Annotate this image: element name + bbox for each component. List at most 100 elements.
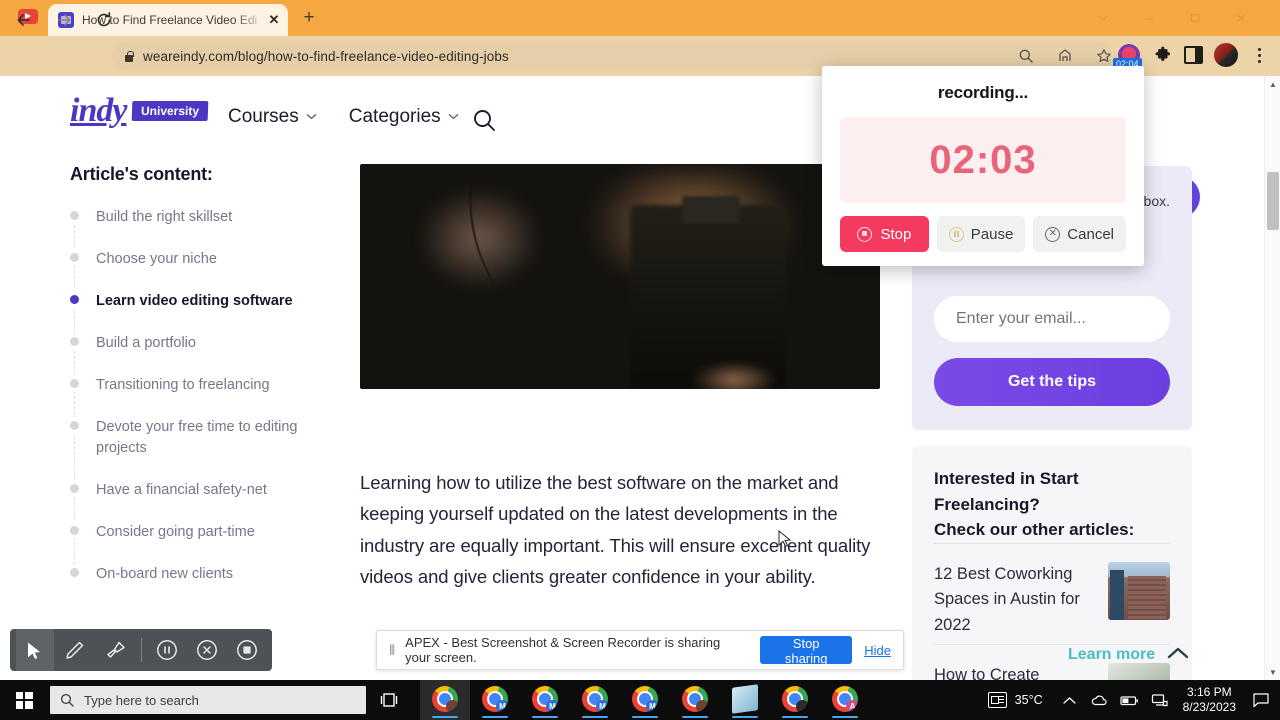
puzzle-icon[interactable] — [1152, 44, 1174, 66]
learn-more-label: Learn more — [1068, 646, 1156, 663]
page-scrollbar[interactable]: ▲ ▼ — [1264, 76, 1280, 680]
toc-item-2[interactable]: Learn video editing software — [70, 291, 335, 312]
stop-sharing-button[interactable]: Stop sharing — [760, 636, 853, 666]
pause-tool-button[interactable] — [148, 629, 186, 671]
back-icon[interactable] — [12, 8, 36, 32]
toc-item-label: Consider going part-time — [96, 524, 255, 541]
pen-tool-button[interactable] — [56, 629, 94, 671]
stop-tool-button[interactable] — [228, 629, 266, 671]
city-buildings-thumb — [1108, 561, 1170, 620]
browser-tab[interactable]: How to Find Freelance Video Edi ✕ — [48, 4, 288, 36]
article-toc: Article's content: Build the right skill… — [70, 164, 335, 606]
taskbar-app-chrome-dark[interactable] — [770, 680, 820, 720]
show-hidden-icons-icon[interactable] — [1055, 680, 1085, 720]
toc-item-4[interactable]: Transitioning to freelancing — [70, 375, 335, 396]
drag-handle-icon[interactable]: ⦀ — [389, 642, 395, 659]
nav-item-categories[interactable]: Categories — [349, 106, 459, 128]
news-weather-icon — [987, 692, 1007, 708]
windows-taskbar: Type here to search M M M M A 35°C 3:16 … — [0, 680, 1280, 720]
start-button[interactable] — [0, 680, 48, 720]
weather-widget[interactable]: 35°C — [976, 680, 1055, 720]
cancel-recording-button[interactable]: ✕ Cancel — [1033, 216, 1126, 252]
url-text: weareindy.com/blog/how-to-find-freelance… — [143, 48, 509, 64]
store-icon — [732, 684, 758, 714]
taskbar-app-microsoft-store[interactable] — [720, 680, 770, 720]
cancel-button-label: Cancel — [1067, 225, 1114, 243]
close-icon[interactable] — [1218, 0, 1264, 36]
article-link-title: 12 Best Coworking Spaces in Austin for 2… — [934, 564, 1080, 634]
pause-icon — [948, 226, 964, 242]
taskbar-app-chrome-photo[interactable] — [670, 680, 720, 720]
taskbar-app-chrome-m3[interactable]: M — [570, 680, 620, 720]
article-hero-image — [360, 164, 880, 389]
scrollbar-thumb[interactable] — [1267, 172, 1279, 230]
taskbar-clock[interactable]: 3:16 PM 8/23/2023 — [1175, 685, 1246, 715]
chevron-up-icon — [1167, 646, 1189, 664]
taskbar-app-chrome-m2[interactable]: M — [520, 680, 570, 720]
side-panel-icon[interactable] — [1184, 46, 1203, 64]
forward-icon[interactable] — [52, 8, 76, 32]
cancel-icon: ✕ — [1045, 226, 1061, 242]
cancel-tool-button[interactable] — [188, 629, 226, 671]
recording-status-label: recording... — [937, 83, 1029, 102]
list-item[interactable]: 12 Best Coworking Spaces in Austin for 2… — [934, 542, 1170, 645]
learn-more-link[interactable]: Learn more — [1068, 646, 1189, 664]
toc-item-label: Build the right skillset — [96, 209, 233, 225]
toc-item-6[interactable]: Have a financial safety-net — [70, 480, 335, 501]
maximize-icon[interactable] — [1172, 0, 1218, 36]
cursor-tool-button[interactable] — [16, 629, 54, 671]
toc-bullet-icon — [70, 484, 79, 494]
profile-badge — [446, 700, 458, 712]
toc-item-3[interactable]: Build a portfolio — [70, 333, 335, 354]
share-icon[interactable] — [1053, 44, 1077, 68]
toc-bullet-icon — [70, 337, 79, 347]
taskbar-app-chrome-m4[interactable]: M — [620, 680, 670, 720]
email-field[interactable] — [934, 296, 1170, 342]
chevron-down-icon[interactable] — [1080, 0, 1126, 36]
toc-item-1[interactable]: Choose your niche — [70, 249, 335, 270]
nav-item-courses[interactable]: Courses — [228, 106, 317, 128]
scroll-up-icon[interactable]: ▲ — [1265, 76, 1280, 92]
toc-item-label: Build a portfolio — [96, 335, 196, 352]
toc-bullet-icon — [70, 295, 79, 305]
taskbar-search-box[interactable]: Type here to search — [50, 686, 366, 714]
toc-item-8[interactable]: On-board new clients — [70, 564, 335, 585]
kebab-menu-icon[interactable] — [1250, 44, 1268, 66]
site-search-icon[interactable] — [472, 108, 497, 138]
other-articles-heading-line1: Interested in Start Freelancing? — [934, 469, 1079, 514]
taskbar-app-chrome-m1[interactable]: M — [470, 680, 520, 720]
onedrive-icon[interactable] — [1085, 680, 1115, 720]
omnibox-search-icon[interactable] — [1014, 44, 1038, 68]
action-center-icon[interactable] — [1246, 680, 1276, 720]
get-the-tips-button[interactable]: Get the tips — [934, 358, 1170, 406]
toc-item-5[interactable]: Devote your free time to editing project… — [70, 417, 335, 459]
annotation-toolbar — [10, 629, 272, 671]
hide-share-bar-button[interactable]: Hide — [864, 643, 891, 658]
avatar[interactable] — [1214, 43, 1238, 67]
toc-bullet-icon — [70, 421, 79, 431]
site-nav: Courses Categories — [228, 106, 459, 128]
taskbar-app-list: M M M M A — [420, 680, 870, 720]
reload-icon[interactable] — [92, 8, 116, 32]
battery-icon[interactable] — [1115, 680, 1145, 720]
brush-tool-button[interactable] — [96, 629, 134, 671]
toc-item-7[interactable]: Consider going part-time — [70, 522, 335, 543]
taskbar-app-chrome-a[interactable]: A — [820, 680, 870, 720]
toc-item-label: Have a financial safety-net — [96, 482, 267, 499]
recording-timer-box: 02:03 — [840, 117, 1126, 203]
screen-share-bar: ⦀ APEX - Best Screenshot & Screen Record… — [376, 630, 904, 670]
minimize-icon[interactable] — [1126, 0, 1172, 36]
network-icon[interactable] — [1145, 680, 1175, 720]
taskbar-app-chrome-active[interactable] — [420, 680, 470, 720]
site-logo[interactable]: indy University — [70, 92, 209, 130]
new-tab-button[interactable]: + — [298, 8, 320, 29]
scroll-down-icon[interactable]: ▼ — [1265, 664, 1280, 680]
toc-item-0[interactable]: Build the right skillset — [70, 207, 335, 228]
task-view-icon[interactable] — [366, 680, 412, 720]
pause-recording-button[interactable]: Pause — [936, 216, 1026, 252]
clock-time: 3:16 PM — [1186, 685, 1232, 699]
other-articles-card: Interested in Start Freelancing? Check o… — [912, 446, 1192, 680]
toc-bullet-icon — [70, 253, 79, 263]
stop-recording-button[interactable]: Stop — [840, 216, 929, 252]
tab-close-icon[interactable]: ✕ — [266, 12, 282, 28]
